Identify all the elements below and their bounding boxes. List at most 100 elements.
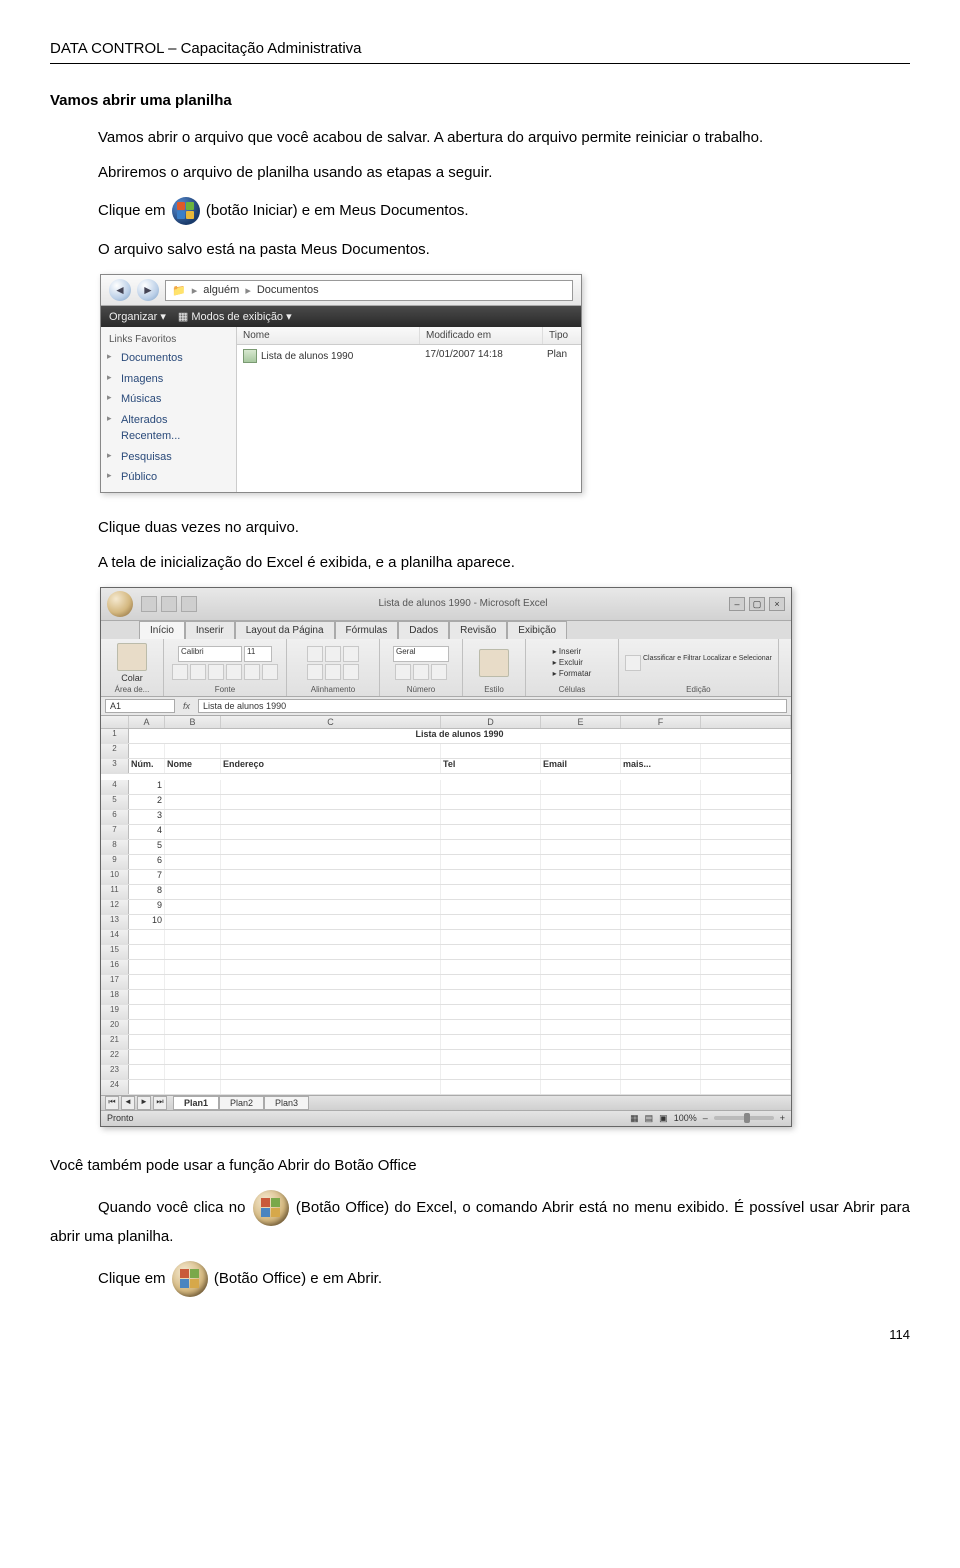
cell-email-header[interactable]: Email — [541, 759, 621, 773]
tab-layout[interactable]: Layout da Página — [235, 621, 335, 639]
tab-revisao[interactable]: Revisão — [449, 621, 507, 639]
comma-icon[interactable] — [431, 664, 447, 680]
grid-row[interactable]: 18 — [101, 990, 791, 1005]
cell[interactable]: 2 — [129, 795, 165, 809]
bold-icon[interactable] — [172, 664, 188, 680]
row-header[interactable]: 3 — [101, 759, 129, 773]
grid-row[interactable]: 21 — [101, 1035, 791, 1050]
view-layout-icon[interactable]: ▤ — [645, 1113, 654, 1124]
col-header-d[interactable]: D — [441, 716, 541, 728]
row-header[interactable]: 17 — [101, 975, 129, 989]
fx-icon[interactable]: fx — [183, 701, 190, 711]
nav-forward-icon[interactable]: ► — [137, 279, 159, 301]
font-name-input[interactable]: Calibri — [178, 646, 242, 662]
row-header[interactable]: 6 — [101, 810, 129, 824]
grid-row[interactable]: 107 — [101, 870, 791, 885]
sheet-tab-plan1[interactable]: Plan1 — [173, 1096, 219, 1110]
grid-row[interactable]: 14 — [101, 930, 791, 945]
row-header[interactable]: 15 — [101, 945, 129, 959]
grid-row-3[interactable]: 3 Núm. Nome Endereço Tel Email mais... — [101, 759, 791, 774]
sidebar-item-pesquisas[interactable]: Pesquisas — [101, 447, 236, 468]
grid-row[interactable]: 20 — [101, 1020, 791, 1035]
col-header-a[interactable]: A — [129, 716, 165, 728]
tab-inserir[interactable]: Inserir — [185, 621, 235, 639]
cell-title[interactable]: Lista de alunos 1990 — [129, 729, 791, 743]
cell[interactable]: 1 — [129, 780, 165, 794]
sidebar-item-imagens[interactable]: Imagens — [101, 369, 236, 390]
row-header[interactable]: 23 — [101, 1065, 129, 1079]
cell-mais-header[interactable]: mais... — [621, 759, 701, 773]
row-header[interactable]: 12 — [101, 900, 129, 914]
grid-row[interactable]: 41 — [101, 780, 791, 795]
align-left-icon[interactable] — [307, 664, 323, 680]
grid-row[interactable]: 23 — [101, 1065, 791, 1080]
office-button-icon[interactable] — [107, 591, 133, 617]
file-row[interactable]: Lista de alunos 1990 17/01/2007 14:18 Pl… — [237, 345, 581, 367]
col-header-c[interactable]: C — [221, 716, 441, 728]
row-header[interactable]: 24 — [101, 1080, 129, 1094]
grid-row[interactable]: 74 — [101, 825, 791, 840]
currency-icon[interactable] — [395, 664, 411, 680]
select-all-corner[interactable] — [101, 716, 129, 728]
zoom-in-icon[interactable]: + — [780, 1113, 785, 1123]
sidebar-item-documentos[interactable]: Documentos — [101, 348, 236, 369]
tab-dados[interactable]: Dados — [398, 621, 449, 639]
zoom-out-icon[interactable]: – — [703, 1113, 708, 1123]
align-right-icon[interactable] — [343, 664, 359, 680]
row-header[interactable]: 16 — [101, 960, 129, 974]
organize-menu[interactable]: Organizar ▾ — [109, 310, 166, 323]
row-header[interactable]: 10 — [101, 870, 129, 884]
col-header-e[interactable]: E — [541, 716, 621, 728]
row-header[interactable]: 7 — [101, 825, 129, 839]
underline-icon[interactable] — [208, 664, 224, 680]
row-header[interactable]: 19 — [101, 1005, 129, 1019]
crumb-docs[interactable]: Documentos — [257, 284, 319, 296]
crumb-user[interactable]: alguém — [203, 284, 239, 296]
grid-row[interactable]: 85 — [101, 840, 791, 855]
column-header-nome[interactable]: Nome — [237, 327, 420, 344]
qat-save-icon[interactable] — [141, 596, 157, 612]
row-header[interactable]: 1 — [101, 729, 129, 743]
cell[interactable]: 4 — [129, 825, 165, 839]
row-header[interactable]: 11 — [101, 885, 129, 899]
row-header[interactable]: 18 — [101, 990, 129, 1004]
row-header[interactable]: 21 — [101, 1035, 129, 1049]
sheet-nav-last-icon[interactable]: ⏭ — [153, 1096, 167, 1110]
cell[interactable]: 10 — [129, 915, 165, 929]
cells-format-button[interactable]: ▸ Formatar — [553, 669, 592, 678]
cell-nome-header[interactable]: Nome — [165, 759, 221, 773]
cell-endereco-header[interactable]: Endereço — [221, 759, 441, 773]
font-color-icon[interactable] — [262, 664, 278, 680]
sheet-nav-prev-icon[interactable]: ◄ — [121, 1096, 135, 1110]
grid-row[interactable]: 17 — [101, 975, 791, 990]
number-format-select[interactable]: Geral — [393, 646, 449, 662]
cell-tel-header[interactable]: Tel — [441, 759, 541, 773]
grid-row-2[interactable]: 2 — [101, 744, 791, 759]
cell[interactable]: 7 — [129, 870, 165, 884]
percent-icon[interactable] — [413, 664, 429, 680]
align-center-icon[interactable] — [325, 664, 341, 680]
row-header[interactable]: 22 — [101, 1050, 129, 1064]
grid-row[interactable]: 96 — [101, 855, 791, 870]
col-header-f[interactable]: F — [621, 716, 701, 728]
find-select-button[interactable]: Localizar e Selecionar — [703, 655, 772, 662]
breadcrumb[interactable]: 📁 ▸ alguém ▸ Documentos — [165, 280, 573, 301]
row-header[interactable]: 20 — [101, 1020, 129, 1034]
maximize-icon[interactable]: ▢ — [749, 597, 765, 611]
cell[interactable]: 3 — [129, 810, 165, 824]
border-icon[interactable] — [226, 664, 242, 680]
grid-row[interactable]: 129 — [101, 900, 791, 915]
italic-icon[interactable] — [190, 664, 206, 680]
align-bot-icon[interactable] — [343, 646, 359, 662]
cell[interactable]: 9 — [129, 900, 165, 914]
tab-inicio[interactable]: Início — [139, 621, 185, 639]
grid-row[interactable]: 16 — [101, 960, 791, 975]
cell[interactable]: 8 — [129, 885, 165, 899]
sidebar-item-musicas[interactable]: Músicas — [101, 389, 236, 410]
row-header[interactable]: 13 — [101, 915, 129, 929]
sidebar-item-recentes[interactable]: Alterados Recentem... — [101, 410, 236, 447]
cells-insert-button[interactable]: ▸ Inserir — [553, 647, 581, 656]
row-header[interactable]: 2 — [101, 744, 129, 758]
close-icon[interactable]: × — [769, 597, 785, 611]
cell-num-header[interactable]: Núm. — [129, 759, 165, 773]
